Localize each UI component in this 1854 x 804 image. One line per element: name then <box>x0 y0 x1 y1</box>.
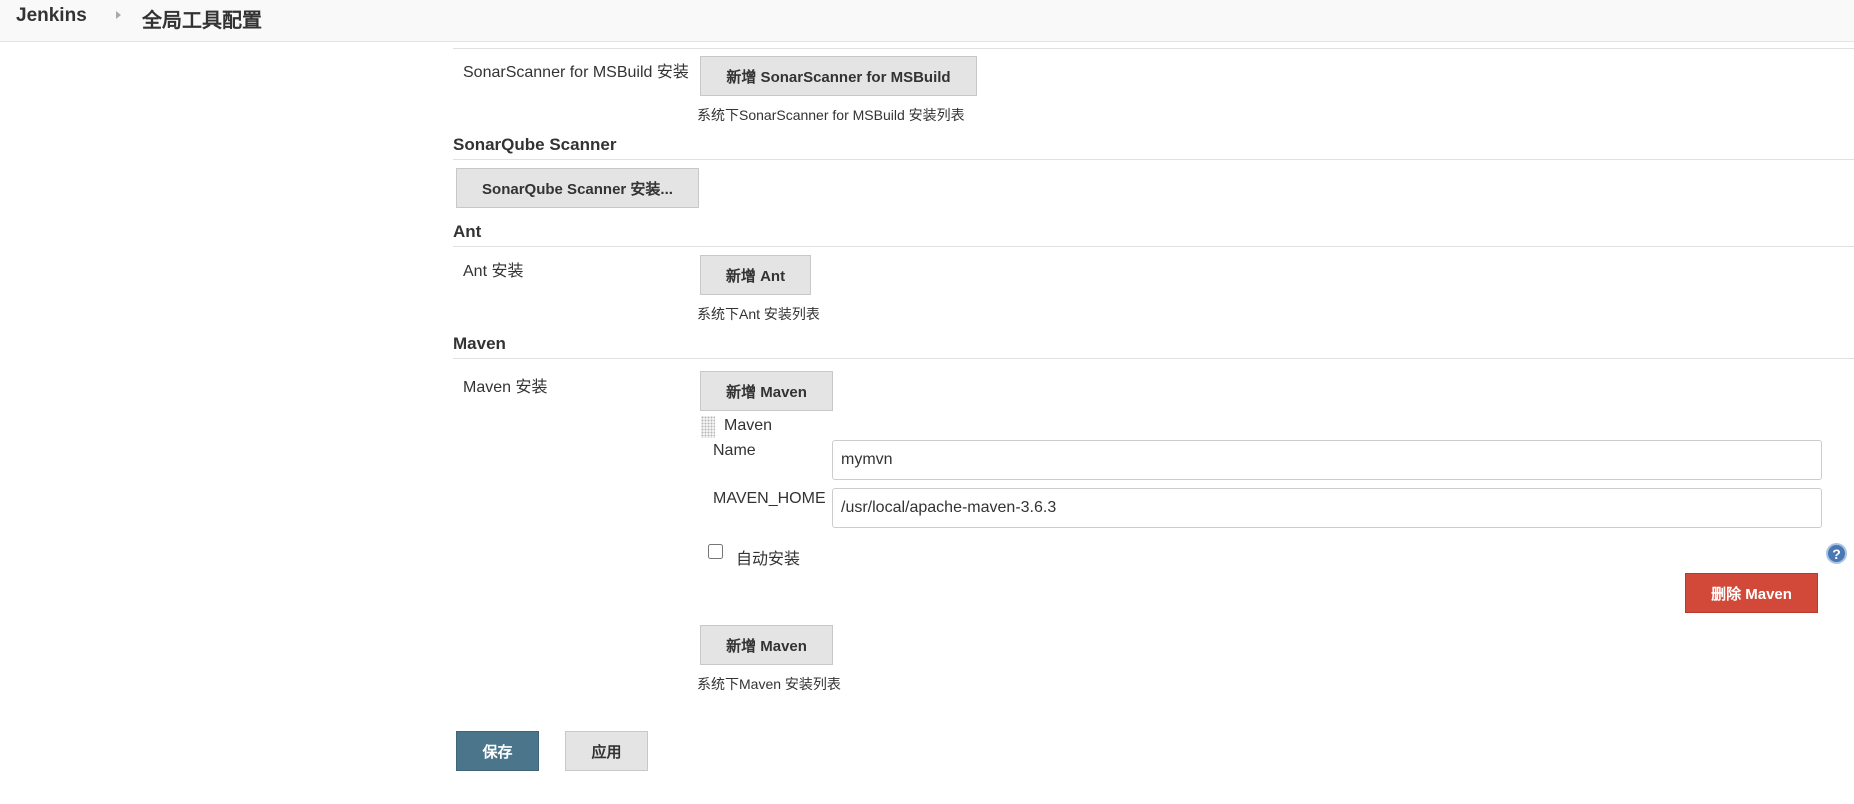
maven-hint: 系统下Maven 安装列表 <box>697 676 841 692</box>
divider <box>453 358 1854 359</box>
breadcrumb: Jenkins 全局工具配置 <box>0 0 1854 42</box>
maven-install-label: Maven 安装 <box>463 379 548 396</box>
sonar-msbuild-hint: 系统下SonarScanner for MSBuild 安装列表 <box>697 107 965 123</box>
auto-install-checkbox[interactable] <box>708 544 723 559</box>
maven-name-label: Name <box>713 442 756 459</box>
divider <box>453 159 1854 160</box>
breadcrumb-page-title[interactable]: 全局工具配置 <box>142 4 262 33</box>
drag-handle-icon[interactable] <box>701 416 715 438</box>
breadcrumb-separator-icon <box>116 11 121 19</box>
sonarqube-scanner-section-title: SonarQube Scanner <box>453 135 617 154</box>
delete-maven-button[interactable]: 删除 Maven <box>1685 573 1818 613</box>
sonar-msbuild-label: SonarScanner for MSBuild 安装 <box>463 64 689 81</box>
maven-installation-header: Maven <box>724 417 773 434</box>
ant-hint: 系统下Ant 安装列表 <box>697 306 820 322</box>
divider <box>453 246 1854 247</box>
ant-install-label: Ant 安装 <box>463 263 524 280</box>
apply-button[interactable]: 应用 <box>565 731 648 771</box>
add-sonar-msbuild-button[interactable]: 新增 SonarScanner for MSBuild <box>700 56 977 96</box>
maven-section-title: Maven <box>453 334 506 353</box>
help-icon[interactable]: ? <box>1826 543 1847 564</box>
maven-home-input[interactable] <box>832 488 1822 528</box>
ant-section-title: Ant <box>453 222 482 241</box>
breadcrumb-jenkins-link[interactable]: Jenkins <box>16 5 87 27</box>
maven-home-label: MAVEN_HOME <box>713 490 826 507</box>
save-button[interactable]: 保存 <box>456 731 539 771</box>
divider <box>453 48 1854 49</box>
sonarqube-scanner-install-button[interactable]: SonarQube Scanner 安装... <box>456 168 699 208</box>
add-maven-button-bottom[interactable]: 新增 Maven <box>700 625 833 665</box>
add-ant-button[interactable]: 新增 Ant <box>700 255 811 295</box>
maven-name-input[interactable] <box>832 440 1822 480</box>
add-maven-button-top[interactable]: 新增 Maven <box>700 371 833 411</box>
auto-install-label: 自动安装 <box>736 551 801 568</box>
